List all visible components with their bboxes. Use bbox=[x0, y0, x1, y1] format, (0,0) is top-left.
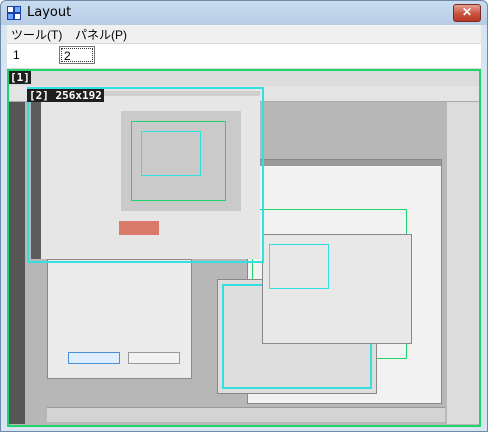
tab-bar: 1 2 bbox=[7, 43, 481, 69]
menu-panel[interactable]: パネル(P) bbox=[75, 26, 127, 43]
menu-bar: ツール(T) パネル(P) bbox=[7, 25, 481, 43]
app-icon bbox=[7, 6, 21, 20]
client-area: ツール(T) パネル(P) 1 2 [1] [2] 256x192 bbox=[7, 25, 481, 427]
layout-canvas[interactable]: [1] [2] 256x192 bbox=[7, 69, 481, 427]
close-button[interactable]: ✕ bbox=[453, 4, 481, 22]
title-bar[interactable]: Layout ✕ bbox=[1, 1, 487, 25]
frame-2-label: [2] 256x192 bbox=[27, 89, 104, 102]
menu-tools[interactable]: ツール(T) bbox=[11, 26, 62, 43]
window-title: Layout bbox=[27, 5, 72, 20]
tab-2-label: 2 bbox=[64, 49, 71, 63]
frame-1-label: [1] bbox=[9, 71, 31, 84]
close-icon: ✕ bbox=[461, 5, 473, 19]
layout-window: Layout ✕ ツール(T) パネル(P) 1 2 [1] [2] 256x1… bbox=[0, 0, 488, 432]
layout-frame-1[interactable] bbox=[7, 69, 481, 427]
tab-2[interactable]: 2 bbox=[59, 46, 95, 64]
tab-1[interactable]: 1 bbox=[13, 48, 20, 62]
